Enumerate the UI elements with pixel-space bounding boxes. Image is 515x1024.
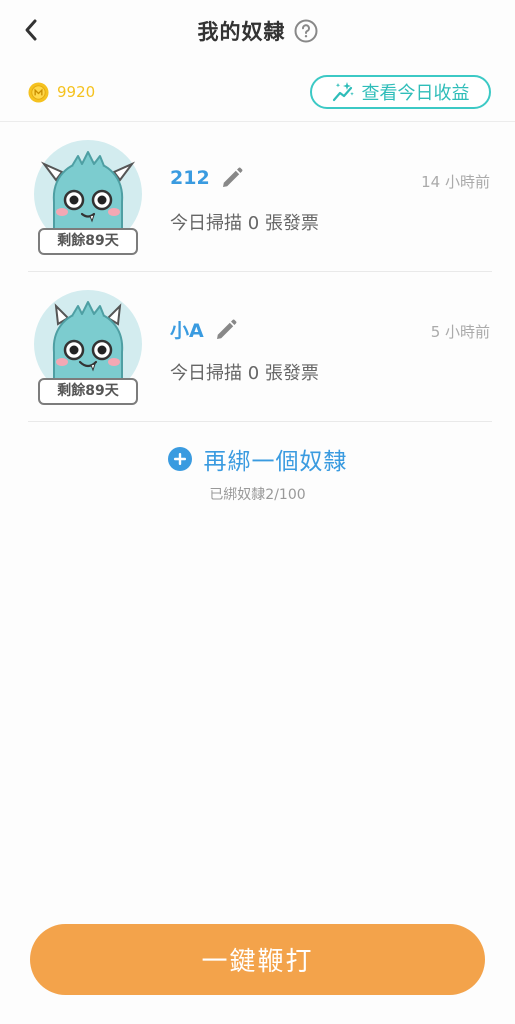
slave-card[interactable]: 剩餘89天 小A 5 小時前 今日掃描 0 張發票 xyxy=(28,272,492,422)
avatar: 剩餘89天 xyxy=(34,290,142,405)
wallet-row: 9920 查看今日收益 xyxy=(0,72,515,112)
last-seen-time: 14 小時前 xyxy=(421,173,490,191)
add-slave-button[interactable]: 再綁一個奴隸 xyxy=(0,437,515,481)
scan-summary: 今日掃描 0 張發票 xyxy=(170,363,319,384)
back-icon xyxy=(25,19,37,41)
plus-circle-icon xyxy=(167,447,192,471)
page-title: 我的奴隸 xyxy=(197,20,286,44)
add-slave-label: 再綁一個奴隸 xyxy=(203,449,348,475)
help-icon[interactable] xyxy=(294,19,318,43)
edit-icon[interactable] xyxy=(220,166,244,190)
days-left-badge: 剩餘89天 xyxy=(38,228,138,255)
slave-card[interactable]: 剩餘89天 212 14 小時前 今日掃描 0 張發票 xyxy=(28,122,492,272)
coin-balance: 9920 xyxy=(57,83,96,101)
whip-all-button[interactable]: 一鍵鞭打 xyxy=(30,924,485,995)
coin-icon xyxy=(28,82,49,103)
back-button[interactable] xyxy=(18,16,44,44)
view-earnings-label: 查看今日收益 xyxy=(361,83,470,104)
bound-count: 已綁奴隸2/100 xyxy=(209,487,306,503)
view-earnings-button[interactable]: 查看今日收益 xyxy=(310,75,491,109)
scan-summary: 今日掃描 0 張發票 xyxy=(170,213,319,234)
slave-name: 212 xyxy=(170,167,210,189)
slave-name: 小A xyxy=(170,320,204,342)
days-left-badge: 剩餘89天 xyxy=(38,378,138,405)
divider xyxy=(28,421,492,422)
last-seen-time: 5 小時前 xyxy=(430,323,490,341)
avatar: 剩餘89天 xyxy=(34,140,142,255)
header: 我的奴隸 xyxy=(0,0,515,62)
edit-icon[interactable] xyxy=(214,318,238,342)
sparkle-chart-icon xyxy=(332,82,354,102)
